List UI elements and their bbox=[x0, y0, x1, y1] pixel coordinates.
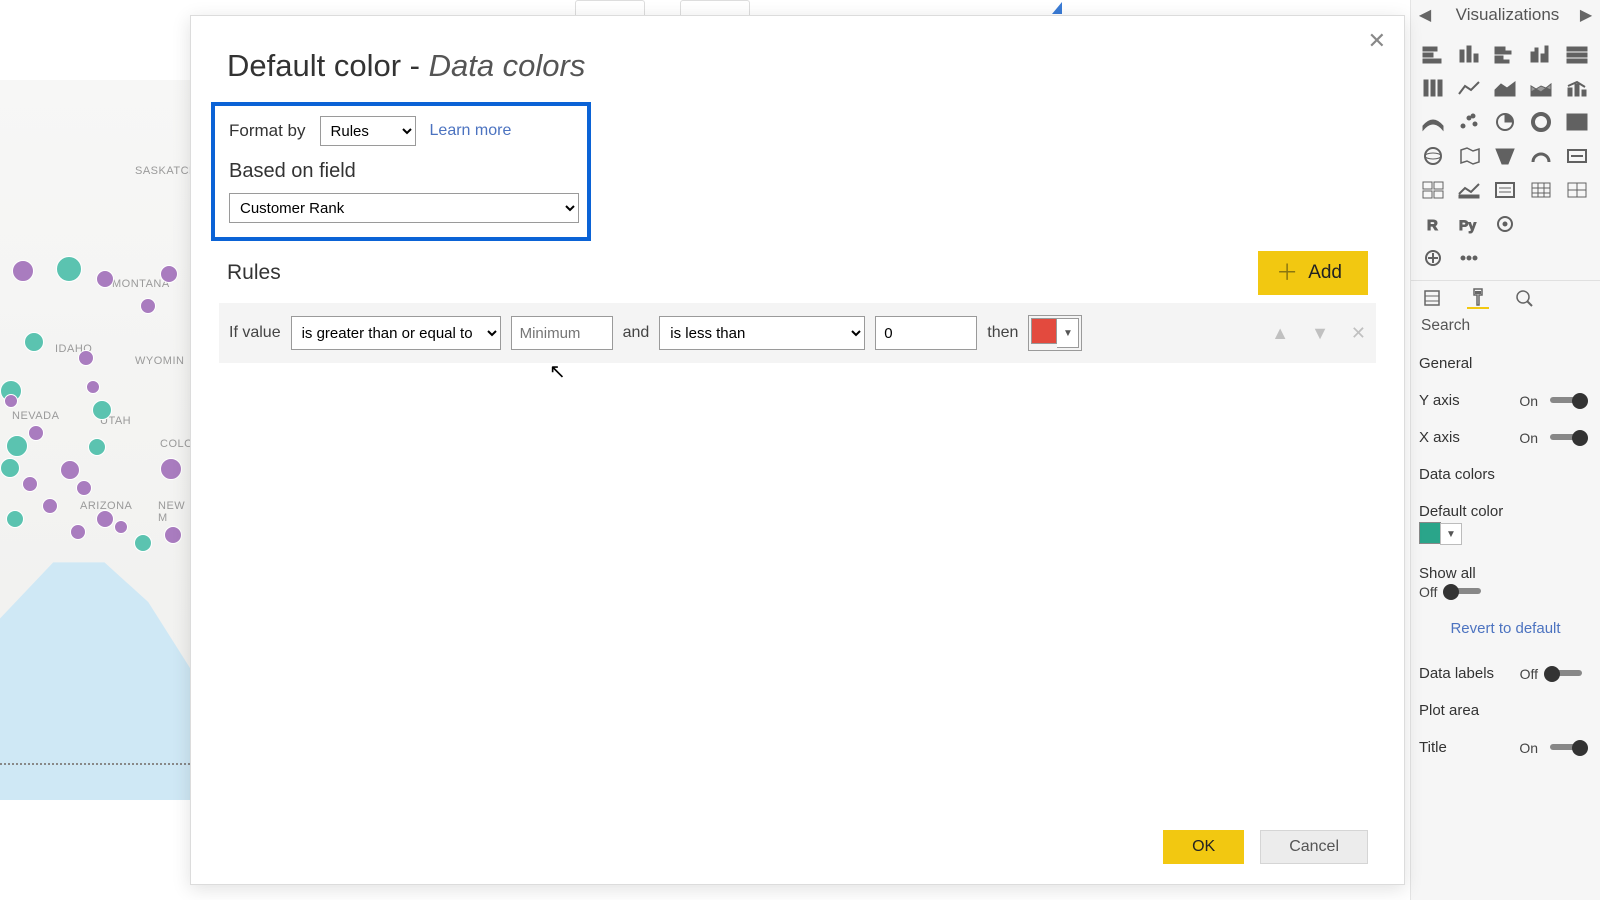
toggle-icon bbox=[1443, 584, 1487, 600]
pane-prev-icon[interactable]: ◀ bbox=[1411, 1, 1439, 29]
format-row-show-all[interactable]: Show all bbox=[1411, 555, 1600, 584]
viz-slicer-icon[interactable] bbox=[1491, 178, 1519, 202]
viz-table-icon[interactable] bbox=[1527, 178, 1555, 202]
map-label: MONTANA bbox=[112, 278, 170, 290]
analytics-tab-icon[interactable] bbox=[1513, 287, 1535, 309]
viz-donut-icon[interactable] bbox=[1527, 110, 1555, 134]
operator1-select[interactable]: is greater than or equal to bbox=[291, 316, 501, 350]
fields-tab-icon[interactable] bbox=[1421, 287, 1443, 309]
map-label: WYOMIN bbox=[135, 355, 184, 367]
visualization-picker: R Py bbox=[1411, 30, 1600, 280]
ribbon-tab-hint bbox=[680, 0, 750, 15]
viz-stacked-area-icon[interactable] bbox=[1527, 76, 1555, 100]
viz-map-icon[interactable] bbox=[1419, 144, 1447, 168]
format-tabs bbox=[1411, 280, 1600, 309]
rule-row: If value is greater than or equal to and… bbox=[219, 303, 1376, 363]
viz-kpi-icon[interactable] bbox=[1455, 178, 1483, 202]
viz-card-icon[interactable] bbox=[1563, 144, 1591, 168]
rule-color-swatch[interactable] bbox=[1031, 318, 1057, 344]
if-value-label: If value bbox=[229, 324, 281, 342]
format-row-y-axis[interactable]: Y axis On bbox=[1411, 382, 1600, 419]
toggle-icon bbox=[1544, 666, 1588, 682]
viz-treemap-icon[interactable] bbox=[1563, 110, 1591, 134]
chevron-down-icon[interactable]: ▼ bbox=[1057, 318, 1079, 348]
value1-input[interactable] bbox=[511, 316, 613, 350]
cancel-button[interactable]: Cancel bbox=[1260, 830, 1368, 864]
move-up-icon[interactable]: ▲ bbox=[1271, 323, 1289, 344]
viz-multi-card-icon[interactable] bbox=[1419, 178, 1447, 202]
toggle-icon bbox=[1544, 430, 1588, 446]
default-color-swatch-row[interactable]: ▼ bbox=[1411, 522, 1600, 555]
format-by-label: Format by bbox=[229, 121, 306, 141]
format-properties-list: General Y axis On X axis On Data colors … bbox=[1411, 345, 1600, 766]
viz-matrix-icon[interactable] bbox=[1563, 178, 1591, 202]
pane-next-icon[interactable]: ▶ bbox=[1572, 1, 1600, 29]
viz-custom-icon[interactable] bbox=[1419, 246, 1447, 270]
based-on-field-label: Based on field bbox=[229, 160, 573, 183]
viz-ribbon-icon[interactable] bbox=[1419, 110, 1447, 134]
map-label: SASKATCH bbox=[135, 165, 197, 177]
default-color-dialog: ✕ Default color - Data colors Format by … bbox=[190, 15, 1405, 885]
viz-more-icon[interactable] bbox=[1455, 246, 1483, 270]
format-row-data-colors[interactable]: Data colors bbox=[1411, 456, 1600, 493]
viz-scatter-icon[interactable] bbox=[1455, 110, 1483, 134]
chevron-down-icon: ▼ bbox=[1440, 523, 1462, 545]
then-label: then bbox=[987, 324, 1018, 342]
format-row-x-axis[interactable]: X axis On bbox=[1411, 419, 1600, 456]
corner-flag-icon bbox=[1050, 0, 1070, 15]
format-row-data-labels[interactable]: Data labels Off bbox=[1411, 655, 1600, 692]
value2-input[interactable] bbox=[875, 316, 977, 350]
dialog-title: Default color - Data colors bbox=[191, 16, 1404, 84]
revert-to-default-link[interactable]: Revert to default bbox=[1411, 610, 1600, 655]
viz-100pct-column-icon[interactable] bbox=[1419, 76, 1447, 100]
ok-button[interactable]: OK bbox=[1163, 830, 1244, 864]
visualizations-title: Visualizations bbox=[1439, 5, 1572, 25]
close-icon[interactable]: ✕ bbox=[1368, 28, 1386, 54]
format-by-section: Format by Rules Learn more Based on fiel… bbox=[211, 102, 591, 241]
map-background: SASKATCH MONTANA IDAHO WYOMIN NEVADA UTA… bbox=[0, 80, 190, 800]
viz-funnel-icon[interactable] bbox=[1491, 144, 1519, 168]
toggle-icon bbox=[1544, 740, 1588, 756]
format-by-select[interactable]: Rules bbox=[320, 116, 416, 146]
rules-section-label: Rules bbox=[227, 261, 281, 285]
viz-r-icon[interactable]: R bbox=[1419, 212, 1447, 236]
operator2-select[interactable]: is less than bbox=[659, 316, 865, 350]
remove-rule-icon[interactable]: ✕ bbox=[1351, 323, 1366, 344]
format-row-plot-area[interactable]: Plot area bbox=[1411, 692, 1600, 729]
svg-text:Py: Py bbox=[1459, 217, 1476, 233]
svg-text:R: R bbox=[1427, 217, 1438, 234]
learn-more-link[interactable]: Learn more bbox=[430, 122, 512, 140]
add-rule-button[interactable]: ＋ Add bbox=[1258, 251, 1368, 295]
viz-100pct-bar-icon[interactable] bbox=[1563, 42, 1591, 66]
format-row-general[interactable]: General bbox=[1411, 345, 1600, 382]
viz-line-icon[interactable] bbox=[1455, 76, 1483, 100]
toggle-icon bbox=[1544, 393, 1588, 409]
map-label: NEVADA bbox=[12, 410, 59, 422]
viz-pie-icon[interactable] bbox=[1491, 110, 1519, 134]
viz-filled-map-icon[interactable] bbox=[1455, 144, 1483, 168]
format-row-title[interactable]: Title On bbox=[1411, 729, 1600, 766]
viz-gauge-icon[interactable] bbox=[1527, 144, 1555, 168]
visualizations-pane: ◀ Visualizations ▶ R Py bbox=[1410, 0, 1600, 900]
format-tab-icon[interactable] bbox=[1467, 287, 1489, 309]
map-label: NEW M bbox=[158, 500, 190, 524]
format-search[interactable]: Search bbox=[1411, 309, 1600, 345]
show-all-toggle-row[interactable]: Off bbox=[1411, 584, 1600, 610]
viz-key-influencers-icon[interactable] bbox=[1491, 212, 1519, 236]
ribbon-tab-hint bbox=[575, 0, 645, 15]
viz-clustered-bar-icon[interactable] bbox=[1491, 42, 1519, 66]
plus-icon: ＋ bbox=[1276, 262, 1298, 284]
format-row-default-color[interactable]: Default color bbox=[1411, 493, 1600, 522]
viz-area-icon[interactable] bbox=[1491, 76, 1519, 100]
move-down-icon[interactable]: ▼ bbox=[1311, 323, 1329, 344]
viz-stacked-column-icon[interactable] bbox=[1455, 42, 1483, 66]
color-swatch-icon bbox=[1419, 522, 1441, 544]
based-on-field-select[interactable]: Customer Rank bbox=[229, 193, 579, 223]
viz-stacked-bar-icon[interactable] bbox=[1419, 42, 1447, 66]
viz-combo-icon[interactable] bbox=[1563, 76, 1591, 100]
viz-python-icon[interactable]: Py bbox=[1455, 212, 1483, 236]
and-label: and bbox=[623, 324, 650, 342]
viz-clustered-column-icon[interactable] bbox=[1527, 42, 1555, 66]
